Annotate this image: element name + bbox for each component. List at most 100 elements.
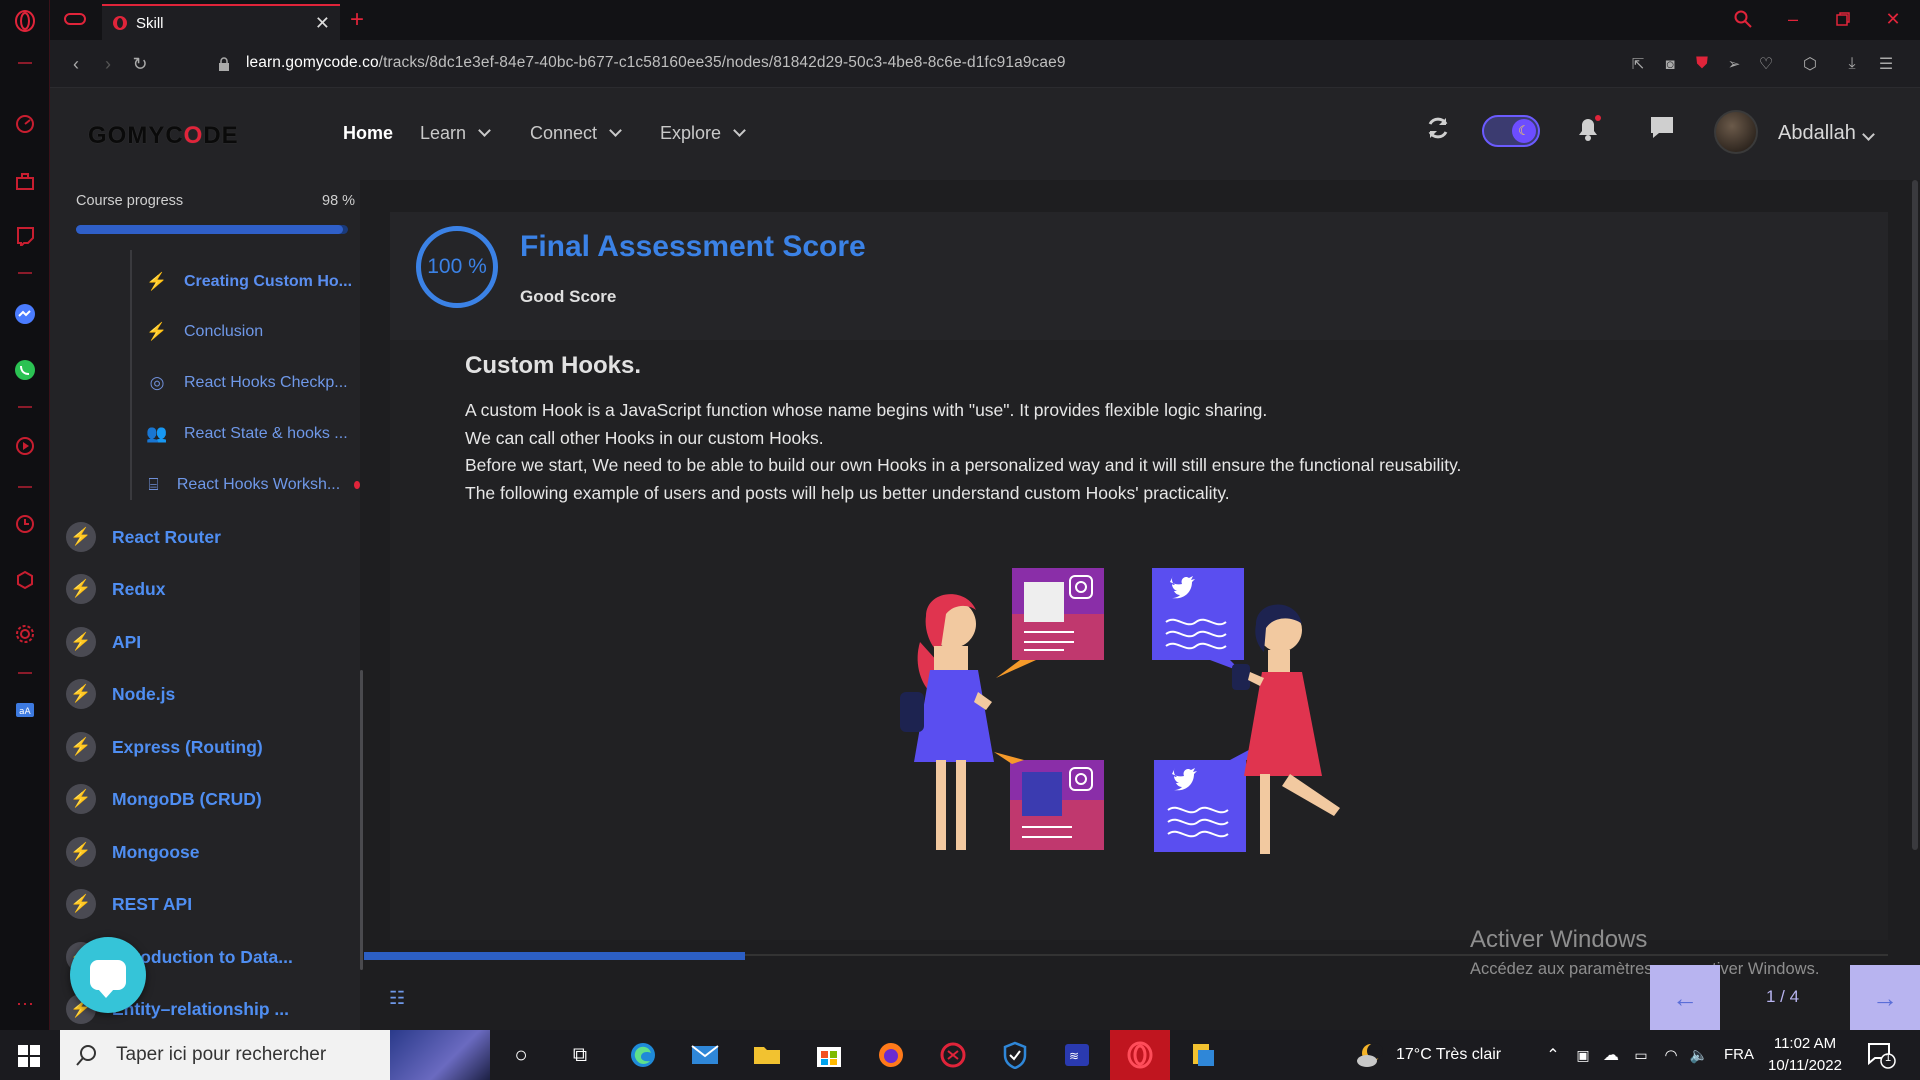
messenger-icon[interactable] xyxy=(13,302,37,326)
prev-slide-button[interactable]: ← xyxy=(1650,965,1720,1031)
back-icon[interactable]: ‹ xyxy=(64,52,88,76)
whatsapp-icon[interactable] xyxy=(13,358,37,382)
outline-list-icon[interactable]: ☷ xyxy=(389,988,405,1009)
volume-icon[interactable]: 🔈 xyxy=(1684,1040,1714,1070)
close-window-icon[interactable]: ✕ xyxy=(1882,8,1904,30)
speed-dial-icon[interactable] xyxy=(13,112,37,136)
url-field[interactable]: learn.gomycode.co/tracks/8dc1e3ef-84e7-4… xyxy=(246,54,1066,72)
module-api[interactable]: ⚡ API xyxy=(66,622,141,662)
download-icon[interactable]: ⤓ xyxy=(1840,52,1864,76)
lesson-paragraph: Before we start, We need to be able to b… xyxy=(465,455,1462,475)
chevron-down-icon xyxy=(478,124,491,137)
module-nodejs[interactable]: ⚡ Node.js xyxy=(66,674,175,714)
player-icon[interactable] xyxy=(13,434,37,458)
bell-icon[interactable] xyxy=(1570,110,1606,146)
send-icon[interactable]: ➢ xyxy=(1722,52,1746,76)
module-express[interactable]: ⚡ Express (Routing) xyxy=(66,727,263,767)
adblock-shield-icon[interactable]: ⛊ xyxy=(1690,52,1714,76)
minimize-icon[interactable]: – xyxy=(1782,8,1804,30)
gomycode-logo[interactable]: GOMYCODE xyxy=(88,122,239,150)
module-react-router[interactable]: ⚡ React Router xyxy=(66,517,221,557)
sidebar-scrollbar[interactable] xyxy=(360,670,363,970)
clock[interactable]: 11:02 AM 10/11/2022 xyxy=(1768,1033,1842,1077)
wifi-icon[interactable]: ◠ xyxy=(1656,1040,1686,1070)
windows-start-icon[interactable] xyxy=(18,1045,40,1072)
opera-taskbar-active[interactable] xyxy=(1110,1030,1170,1080)
module-redux[interactable]: ⚡ Redux xyxy=(66,569,165,609)
opera-taskbar-icon xyxy=(1127,1041,1153,1069)
translate-icon[interactable]: aA xyxy=(13,698,37,722)
sub-item-react-state-hooks[interactable]: 👥 React State & hooks ... xyxy=(130,414,360,454)
snapshot-icon[interactable]: ◙ xyxy=(1658,52,1682,76)
edge-icon[interactable] xyxy=(628,1040,658,1070)
reload-icon[interactable]: ↻ xyxy=(128,52,152,76)
page-scrollbar[interactable] xyxy=(1912,180,1918,850)
forward-icon[interactable]: › xyxy=(96,52,120,76)
security-icon[interactable] xyxy=(1000,1040,1030,1070)
files-icon[interactable] xyxy=(1188,1040,1218,1070)
new-tab-icon[interactable]: + xyxy=(350,6,364,34)
extensions-icon[interactable] xyxy=(13,568,37,592)
sub-item-react-hooks-checkpoint[interactable]: ◎ React Hooks Checkp... xyxy=(130,363,360,403)
settings-gear-icon[interactable] xyxy=(13,622,37,646)
sub-item-creating-custom-hooks[interactable]: ⚡ Creating Custom Ho... xyxy=(130,262,360,302)
site-header: GOMYCODE Home Learn Connect Explore ☾ Ab… xyxy=(50,88,1920,180)
chat-icon[interactable] xyxy=(1644,110,1680,146)
avatar[interactable] xyxy=(1714,110,1758,154)
people-icon: 👥 xyxy=(146,424,168,443)
support-chat-button[interactable] xyxy=(70,937,146,1013)
notifications-icon[interactable]: 1 xyxy=(1866,1040,1896,1070)
search-highlight-image xyxy=(390,1030,490,1080)
opera-logo-icon[interactable] xyxy=(13,9,37,33)
gaming-icon[interactable] xyxy=(64,10,86,33)
tab-skill[interactable]: Skill ✕ xyxy=(102,4,340,40)
file-explorer-icon[interactable] xyxy=(752,1040,782,1070)
refresh-icon[interactable] xyxy=(1420,110,1456,146)
twitch-icon[interactable] xyxy=(13,224,37,248)
more-options-icon[interactable]: ⋯ xyxy=(13,992,37,1016)
easy-setup-icon[interactable]: ☰ xyxy=(1874,52,1898,76)
firefox-icon[interactable] xyxy=(876,1040,906,1070)
chevron-up-icon[interactable]: ⌃ xyxy=(1538,1040,1568,1070)
user-menu[interactable]: Abdallah xyxy=(1778,122,1875,145)
lesson-paragraph: The following example of users and posts… xyxy=(465,483,1230,503)
store-icon[interactable] xyxy=(814,1040,844,1070)
sub-item-conclusion[interactable]: ⚡ Conclusion xyxy=(130,312,360,352)
module-rest-api[interactable]: ⚡ REST API xyxy=(66,884,192,924)
dark-mode-toggle[interactable]: ☾ xyxy=(1482,115,1540,147)
heart-icon[interactable]: ♡ xyxy=(1754,52,1778,76)
opera-tab-favicon-icon xyxy=(113,16,127,30)
nav-explore-label: Explore xyxy=(660,123,722,143)
onedrive-icon[interactable]: ☁ xyxy=(1596,1040,1626,1070)
slide-pager: ← 1 / 4 → xyxy=(1650,965,1920,1031)
language-indicator[interactable]: FRA xyxy=(1724,1046,1754,1063)
battery-icon[interactable]: ▭ xyxy=(1626,1040,1656,1070)
clock-date: 10/11/2022 xyxy=(1768,1057,1842,1074)
box-icon[interactable]: ⬡ xyxy=(1798,52,1822,76)
nav-connect[interactable]: Connect xyxy=(530,123,622,144)
module-mongodb[interactable]: ⚡ MongoDB (CRUD) xyxy=(66,779,262,819)
search-tabs-icon[interactable] xyxy=(1732,8,1754,30)
close-tab-icon[interactable]: ✕ xyxy=(315,13,330,34)
history-icon[interactable] xyxy=(13,512,37,536)
sub-item-label: React Hooks Worksh... xyxy=(176,476,341,493)
workspace-icon[interactable] xyxy=(13,170,37,194)
games-icon[interactable] xyxy=(938,1040,968,1070)
task-view-icon[interactable]: ⧉ xyxy=(565,1040,595,1070)
vpn-icon[interactable]: ≋ xyxy=(1062,1040,1092,1070)
nav-home[interactable]: Home xyxy=(343,123,393,144)
nav-explore[interactable]: Explore xyxy=(660,123,746,144)
course-sidebar: Course progress 98 % ⚡ Creating Custom H… xyxy=(50,180,363,1030)
weather-text[interactable]: 17°C Très clair xyxy=(1396,1046,1501,1064)
meet-icon[interactable]: ▣ xyxy=(1568,1040,1598,1070)
restore-icon[interactable] xyxy=(1832,8,1854,30)
mail-icon[interactable] xyxy=(690,1040,720,1070)
next-slide-button[interactable]: → xyxy=(1850,965,1920,1031)
module-mongoose[interactable]: ⚡ Mongoose xyxy=(66,832,200,872)
taskbar-search[interactable]: Taper ici pour rechercher xyxy=(60,1030,490,1080)
sub-item-react-hooks-workshop[interactable]: ⌸ React Hooks Worksh... xyxy=(130,465,360,505)
course-progress-bar xyxy=(76,225,348,234)
cortana-icon[interactable]: ○ xyxy=(506,1040,536,1070)
nav-learn[interactable]: Learn xyxy=(420,123,491,144)
share-icon[interactable]: ⇱ xyxy=(1626,52,1650,76)
